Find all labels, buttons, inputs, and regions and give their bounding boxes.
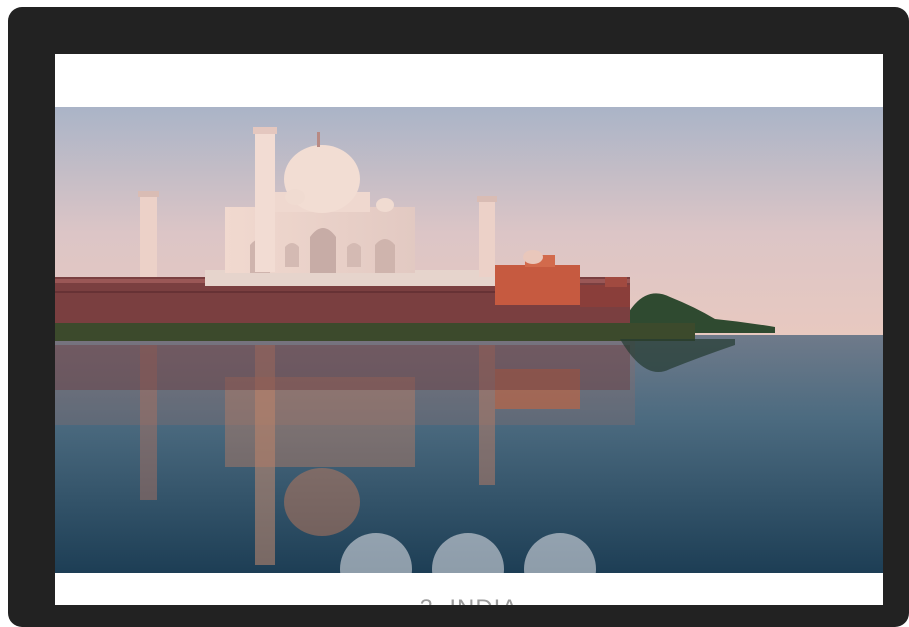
slide-dot-2[interactable] bbox=[432, 533, 504, 573]
caption-area: 3. INDIA bbox=[55, 573, 883, 605]
slider-screen: 3. INDIA bbox=[55, 54, 883, 605]
slide-dot-3[interactable] bbox=[524, 533, 596, 573]
slide-caption: 3. INDIA bbox=[55, 595, 883, 605]
top-bar bbox=[55, 54, 883, 107]
device-frame: 3. INDIA bbox=[8, 7, 909, 627]
taj-mahal-illustration bbox=[55, 107, 883, 573]
slide-image-taj-mahal bbox=[55, 107, 883, 573]
slide-dot-group bbox=[340, 533, 596, 573]
slide-dot-1[interactable] bbox=[340, 533, 412, 573]
